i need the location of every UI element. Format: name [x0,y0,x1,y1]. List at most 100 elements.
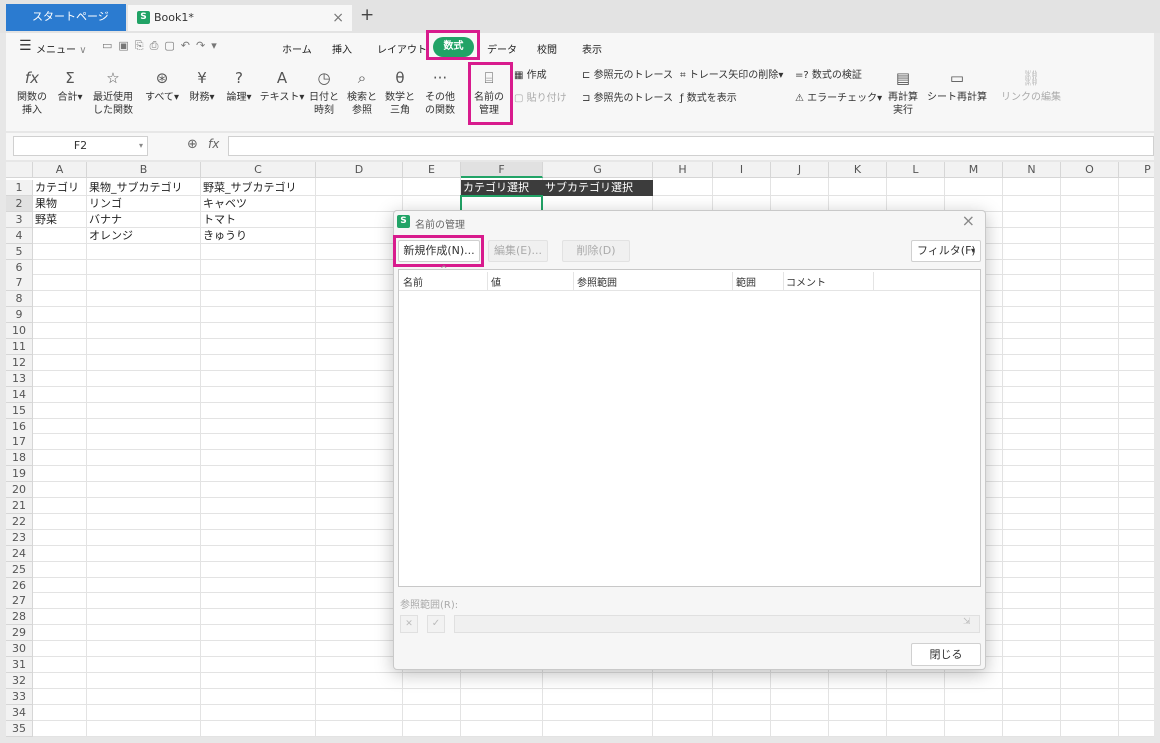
row-header-21[interactable]: 21 [6,498,33,514]
cell-F1[interactable]: カテゴリ選択 [461,180,543,196]
close-tab-icon[interactable]: × [332,5,344,31]
col-name[interactable]: 名前 [403,274,423,289]
row-header-25[interactable]: 25 [6,561,33,578]
tab-book1[interactable]: S Book1* × [128,5,352,31]
row-header-3[interactable]: 3 [6,211,33,228]
row-header-32[interactable]: 32 [6,672,33,689]
new-tab-button[interactable]: + [360,5,374,25]
col-comment[interactable]: コメント [786,274,826,289]
trace-dependents-button[interactable]: ⊐ 参照先のトレース [582,92,673,106]
column-header-J[interactable]: J [771,162,829,178]
evaluate-formula-button[interactable]: =? 数式の検証 [795,69,862,83]
row-header-27[interactable]: 27 [6,593,33,610]
column-header-F[interactable]: F [461,162,543,178]
row-header-6[interactable]: 6 [6,259,33,276]
name-box[interactable]: F2 ▾ [13,136,148,156]
cell-B1[interactable]: 果物_サブカテゴリ [87,180,183,196]
column-header-B[interactable]: B [87,162,201,178]
column-header-C[interactable]: C [201,162,316,178]
hamburger-icon[interactable]: ☰ [19,39,32,53]
show-formulas-button[interactable]: ƒ 数式を表示 [680,92,737,106]
math-button[interactable]: θ 数学と 三角 [382,69,418,117]
recent-functions-button[interactable]: ☆ 最近使用 した関数 [88,69,138,117]
row-header-12[interactable]: 12 [6,354,33,371]
col-refers-to[interactable]: 参照範囲 [577,274,617,289]
column-header-L[interactable]: L [887,162,945,178]
column-header-P[interactable]: P [1119,162,1154,178]
col-value[interactable]: 値 [491,274,501,289]
row-header-11[interactable]: 11 [6,339,33,355]
row-header-23[interactable]: 23 [6,529,33,546]
row-header-20[interactable]: 20 [6,482,33,499]
row-header-10[interactable]: 10 [6,323,33,340]
row-header-15[interactable]: 15 [6,402,33,419]
row-header-2[interactable]: 2 [6,195,33,212]
row-header-7[interactable]: 7 [6,275,33,292]
row-header-17[interactable]: 17 [6,434,33,451]
column-header-G[interactable]: G [543,162,653,178]
cell-C1[interactable]: 野菜_サブカテゴリ [201,180,297,196]
tab-review[interactable]: 校閲 [537,41,557,56]
lookup-button[interactable]: ⌕ 検索と 参照 [344,69,380,117]
remove-arrows-button[interactable]: ⌗ トレース矢印の削除▾ [680,69,783,83]
row-header-8[interactable]: 8 [6,291,33,308]
zoom-icon[interactable]: ⊕ [187,137,198,152]
row-header-13[interactable]: 13 [6,370,33,387]
row-header-33[interactable]: 33 [6,688,33,705]
tab-data[interactable]: データ [487,41,517,56]
cell-B3[interactable]: バナナ [87,212,122,228]
cell-B2[interactable]: リンゴ [87,196,122,212]
names-list[interactable]: 名前 ^ 値 参照範囲 範囲 コメント [398,265,981,587]
close-button[interactable]: 閉じる [911,643,981,666]
column-header-A[interactable]: A [33,162,87,178]
cell-B4[interactable]: オレンジ [87,228,133,244]
row-header-22[interactable]: 22 [6,513,33,530]
column-header-E[interactable]: E [403,162,461,178]
dialog-close-icon[interactable]: × [962,211,975,230]
error-check-button[interactable]: ⚠ エラーチェック▾ [795,92,882,106]
row-header-29[interactable]: 29 [6,625,33,642]
formula-input[interactable] [228,136,1154,156]
row-header-5[interactable]: 5 [6,243,33,260]
column-header-K[interactable]: K [829,162,887,178]
tab-insert[interactable]: 挿入 [332,41,352,56]
cell-A2[interactable]: 果物 [33,196,57,212]
quick-access-icons[interactable]: ▭▣⎘⎙▢↶↷▾ [102,39,223,53]
row-header-1[interactable]: 1 [6,180,33,196]
menu-button[interactable]: メニュー ∨ [36,41,87,56]
column-header-D[interactable]: D [316,162,403,178]
tab-start-page[interactable]: スタートページ [6,4,126,31]
text-button[interactable]: A テキスト▾ [258,69,306,104]
column-header-N[interactable]: N [1003,162,1061,178]
column-header-H[interactable]: H [653,162,713,178]
fx-button[interactable]: fx [208,137,219,151]
row-header-24[interactable]: 24 [6,545,33,562]
cell-G1[interactable]: サブカテゴリ選択 [543,180,653,196]
row-header-19[interactable]: 19 [6,466,33,483]
tab-layout[interactable]: レイアウト [377,41,427,56]
recalculate-button[interactable]: ▤ 再計算 実行 [882,69,924,117]
row-header-28[interactable]: 28 [6,609,33,626]
column-header-O[interactable]: O [1061,162,1119,178]
datetime-button[interactable]: ◷ 日付と 時刻 [306,69,342,117]
row-header-30[interactable]: 30 [6,641,33,658]
logical-button[interactable]: ? 論理▾ [221,69,257,104]
select-all-corner[interactable] [6,162,33,178]
trace-precedents-button[interactable]: ⊏ 参照元のトレース [582,69,673,83]
tab-view[interactable]: 表示 [582,41,602,56]
row-header-31[interactable]: 31 [6,657,33,673]
row-header-14[interactable]: 14 [6,386,33,403]
filter-dropdown[interactable]: フィルタ(F) ▾ [911,240,981,262]
cell-C2[interactable]: キャベツ [201,196,247,212]
all-functions-button[interactable]: ⊛ すべて▾ [142,69,182,104]
tab-home[interactable]: ホーム [282,41,312,56]
row-header-18[interactable]: 18 [6,450,33,467]
other-functions-button[interactable]: ··· その他 の関数 [418,69,462,117]
sheet-recalculate-button[interactable]: ▭ シート再計算 [926,69,988,104]
cell-A1[interactable]: カテゴリ [33,180,79,196]
column-header-I[interactable]: I [713,162,771,178]
cell-C3[interactable]: トマト [201,212,236,228]
cell-A3[interactable]: 野菜 [33,212,57,228]
row-header-16[interactable]: 16 [6,418,33,435]
sum-button[interactable]: Σ 合計▾ [51,69,89,104]
